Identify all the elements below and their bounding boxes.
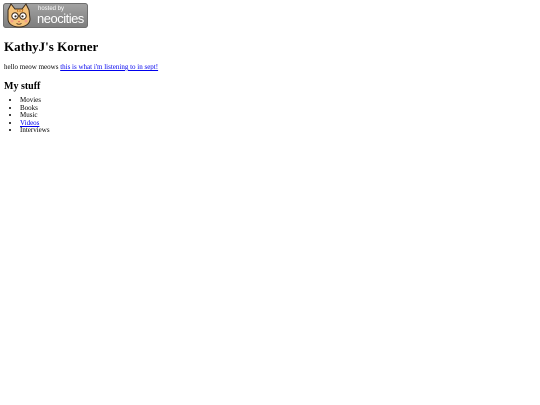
list-item-movies: Movies — [20, 96, 536, 105]
list-item-interviews: Interviews — [20, 127, 536, 135]
list-item-books: Books — [20, 104, 536, 113]
september-playlist-link[interactable]: this is what i'm listening to in sept! — [60, 63, 158, 71]
page-title: KathyJ's Korner — [4, 39, 99, 54]
list-item-videos: Videos — [20, 119, 536, 128]
hosted-by-neocities-badge[interactable]: hosted by neocities — [3, 3, 88, 28]
intro-text: hello meow meows — [4, 63, 59, 71]
intro-paragraph: hello meow meows this is what i'm listen… — [4, 63, 536, 72]
my-stuff-list: Movies Books Music Videos Interviews — [4, 96, 536, 135]
neocities-wordmark: neocities — [37, 11, 84, 26]
page-content: KathyJ's Korner hello meow meows this is… — [4, 38, 536, 135]
section-heading-my-stuff: My stuff — [4, 81, 41, 92]
list-item-music: Music — [20, 112, 536, 120]
neocities-cat-icon — [7, 3, 31, 28]
